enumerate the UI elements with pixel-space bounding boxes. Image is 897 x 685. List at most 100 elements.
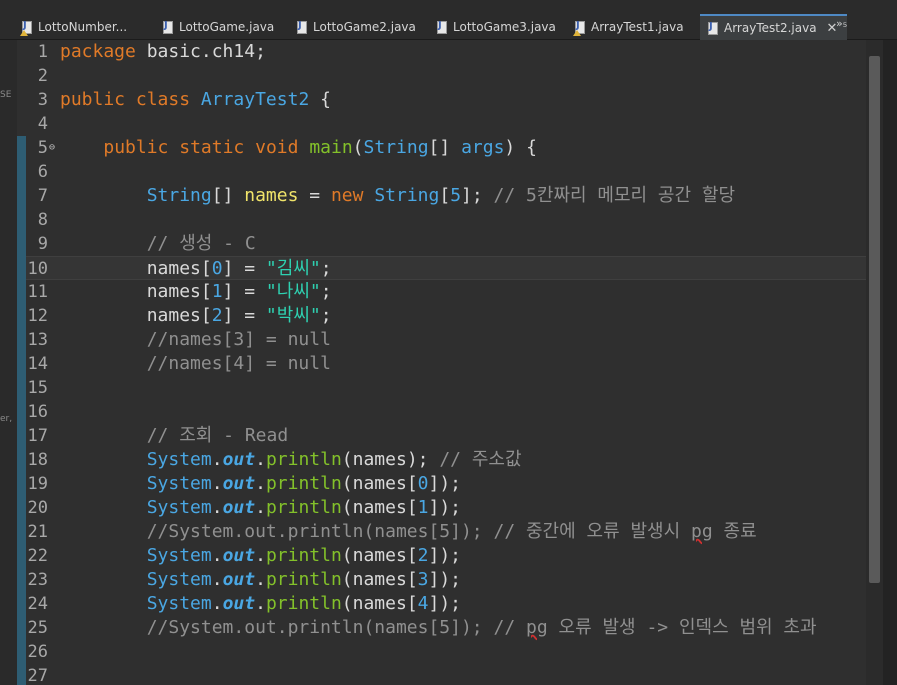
code-token: 0 [211, 258, 223, 279]
line-number: 14 [27, 354, 48, 374]
code-token: pg [526, 617, 548, 638]
code-token: (names[ [341, 569, 418, 590]
code-line[interactable]: 25 //System.out.println(names[5]); // pg… [26, 616, 866, 640]
code-token: //names[3] = null [146, 329, 331, 350]
line-number: 23 [27, 570, 48, 590]
code-token: (names); [341, 449, 440, 470]
code-token: ( [352, 137, 364, 158]
tab-overflow-button[interactable]: »₅ [836, 17, 847, 30]
code-line[interactable]: 24 System.out.println(names[4]); [26, 592, 866, 616]
line-number: 5 [37, 138, 48, 158]
code-token: void [255, 137, 299, 158]
code-token: "나씨" [265, 281, 321, 302]
code-line[interactable]: 6 [26, 160, 866, 184]
java-file-icon [297, 20, 307, 34]
code-token: String [146, 185, 212, 206]
right-panel-edge [883, 40, 897, 685]
code-line[interactable]: 5 ⊖ public static void main(String[] args… [26, 136, 866, 160]
line-number: 19 [27, 474, 48, 494]
code-token: System [146, 473, 212, 494]
code-line[interactable]: 15 [26, 376, 866, 400]
code-line[interactable]: 16 [26, 400, 866, 424]
tab-arraytest2[interactable]: ArrayTest2.java ✕ [700, 14, 848, 40]
code-line[interactable]: 26 [26, 640, 866, 664]
code-line[interactable]: 12 names[2] = "박씨"; [26, 304, 866, 328]
code-text: System.out.println(names[4]); [60, 592, 461, 616]
clipped-panel-text: SE [0, 90, 12, 100]
tab-arraytest1[interactable]: ArrayTest1.java [573, 14, 684, 40]
code-token: args [461, 137, 505, 158]
java-file-icon [163, 20, 173, 34]
code-editor[interactable]: 1 package basic.ch14; 2 3 public class Array… [26, 40, 866, 685]
code-token: 4 [417, 593, 429, 614]
code-token: ArrayTest2 [200, 89, 310, 110]
code-text: package basic.ch14; [60, 40, 266, 64]
code-line[interactable]: 8 [26, 208, 866, 232]
vertical-scrollbar[interactable] [866, 40, 883, 685]
code-token: // 5칸짜리 메모리 공간 할당 [493, 185, 736, 206]
tab-label: LottoGame2.java [313, 20, 416, 34]
line-number: 25 [27, 618, 48, 638]
code-token: println [265, 593, 342, 614]
code-token: println [265, 569, 342, 590]
code-token: names [244, 185, 299, 206]
code-line[interactable]: 9 // 생성 - C [26, 232, 866, 256]
code-line[interactable]: 1 package basic.ch14; [26, 40, 866, 64]
code-token: main [309, 137, 353, 158]
tab-lottogame[interactable]: LottoGame.java [163, 14, 274, 40]
code-line[interactable]: 27 [26, 664, 866, 685]
code-line[interactable]: 14 //names[4] = null [26, 352, 866, 376]
fold-collapse-icon[interactable]: ⊖ [49, 136, 55, 160]
java-file-icon [708, 21, 718, 35]
code-text: //System.out.println(names[5]); // pg 오류… [60, 616, 817, 640]
code-token: . [255, 497, 266, 518]
tab-label: LottoGame.java [179, 20, 275, 34]
code-line[interactable]: 3 public class ArrayTest2 { [26, 88, 866, 112]
code-text: public class ArrayTest2 { [60, 88, 331, 112]
code-token: 1 [417, 497, 429, 518]
tab-lottonumber[interactable]: LottoNumber... [20, 14, 127, 40]
tab-lottogame3[interactable]: LottoGame3.java [437, 14, 556, 40]
tab-lottogame2[interactable]: LottoGame2.java [297, 14, 416, 40]
code-line[interactable]: 2 [26, 64, 866, 88]
line-number: 21 [27, 522, 48, 542]
line-number: 7 [37, 186, 48, 206]
code-text: names[2] = "박씨"; [60, 304, 332, 328]
code-token: ]; [461, 185, 494, 206]
code-token: ] = [222, 281, 266, 302]
code-token: { [309, 89, 331, 110]
code-token: println [265, 545, 342, 566]
code-line[interactable]: 7 String[] names = new String[5]; // 5칸짜… [26, 184, 866, 208]
code-text: // 조회 - Read [60, 424, 289, 448]
code-token: ]); [428, 473, 462, 494]
code-line[interactable]: 19 System.out.println(names[0]); [26, 472, 866, 496]
tab-label: ArrayTest1.java [591, 20, 684, 34]
code-line[interactable]: 21 //System.out.println(names[5]); // 중간… [26, 520, 866, 544]
code-line[interactable]: 22 System.out.println(names[2]); [26, 544, 866, 568]
code-line[interactable]: 10 names[0] = "김씨"; [26, 256, 866, 280]
code-line[interactable]: 4 [26, 112, 866, 136]
code-token: . [255, 569, 266, 590]
code-token: ) { [504, 137, 537, 158]
code-line[interactable]: 23 System.out.println(names[3]); [26, 568, 866, 592]
code-line[interactable]: 18 System.out.println(names); // 주소값 [26, 448, 866, 472]
code-text: //names[4] = null [60, 352, 331, 376]
line-number: 6 [37, 162, 48, 182]
code-token: ] = [222, 305, 266, 326]
code-line[interactable]: 11 names[1] = "나씨"; [26, 280, 866, 304]
code-token: 3 [417, 569, 429, 590]
code-line[interactable]: 13 //names[3] = null [26, 328, 866, 352]
java-file-icon [437, 20, 447, 34]
code-line[interactable]: 17 // 조회 - Read [26, 424, 866, 448]
tab-label: ArrayTest2.java [724, 21, 817, 35]
line-number: 9 [37, 234, 48, 254]
code-token: //System.out.println(names[5]); // 중간에 오… [146, 521, 691, 542]
code-line[interactable]: 20 System.out.println(names[1]); [26, 496, 866, 520]
scrollbar-thumb[interactable] [869, 56, 880, 583]
